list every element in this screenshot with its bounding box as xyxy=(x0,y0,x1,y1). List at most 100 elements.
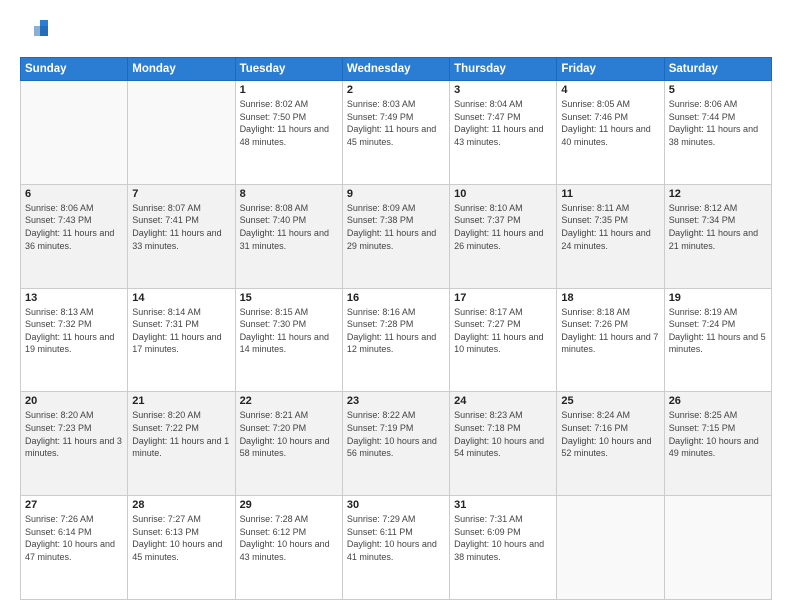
day-number: 21 xyxy=(132,395,230,407)
calendar-cell: 3 Sunrise: 8:04 AM Sunset: 7:47 PM Daylig… xyxy=(450,81,557,185)
day-info: Sunrise: 7:29 AM Sunset: 6:11 PM Dayligh… xyxy=(347,513,445,563)
calendar-cell: 22 Sunrise: 8:21 AM Sunset: 7:20 PM Dayli… xyxy=(235,392,342,496)
calendar-cell: 2 Sunrise: 8:03 AM Sunset: 7:49 PM Daylig… xyxy=(342,81,449,185)
day-info: Sunrise: 7:28 AM Sunset: 6:12 PM Dayligh… xyxy=(240,513,338,563)
day-info: Sunrise: 8:09 AM Sunset: 7:38 PM Dayligh… xyxy=(347,202,445,252)
day-number: 30 xyxy=(347,499,445,511)
day-info: Sunrise: 8:22 AM Sunset: 7:19 PM Dayligh… xyxy=(347,409,445,459)
day-info: Sunrise: 8:07 AM Sunset: 7:41 PM Dayligh… xyxy=(132,202,230,252)
day-number: 13 xyxy=(25,292,123,304)
day-info: Sunrise: 8:08 AM Sunset: 7:40 PM Dayligh… xyxy=(240,202,338,252)
calendar-cell: 25 Sunrise: 8:24 AM Sunset: 7:16 PM Dayli… xyxy=(557,392,664,496)
calendar-cell: 5 Sunrise: 8:06 AM Sunset: 7:44 PM Daylig… xyxy=(664,81,771,185)
day-number: 24 xyxy=(454,395,552,407)
calendar-cell: 7 Sunrise: 8:07 AM Sunset: 7:41 PM Daylig… xyxy=(128,184,235,288)
calendar-cell: 31 Sunrise: 7:31 AM Sunset: 6:09 PM Dayli… xyxy=(450,496,557,600)
page: SundayMondayTuesdayWednesdayThursdayFrid… xyxy=(0,0,792,612)
day-info: Sunrise: 8:10 AM Sunset: 7:37 PM Dayligh… xyxy=(454,202,552,252)
calendar-cell: 17Sunrise: 8:17 AM Sunset: 7:27 PM Dayli… xyxy=(450,288,557,392)
day-info: Sunrise: 8:11 AM Sunset: 7:35 PM Dayligh… xyxy=(561,202,659,252)
logo-icon xyxy=(20,16,48,44)
day-info: Sunrise: 8:21 AM Sunset: 7:20 PM Dayligh… xyxy=(240,409,338,459)
day-info: Sunrise: 8:23 AM Sunset: 7:18 PM Dayligh… xyxy=(454,409,552,459)
calendar-cell: 8Sunrise: 8:08 AM Sunset: 7:40 PM Daylig… xyxy=(235,184,342,288)
day-info: Sunrise: 8:18 AM Sunset: 7:26 PM Dayligh… xyxy=(561,306,659,356)
calendar-cell: 11 Sunrise: 8:11 AM Sunset: 7:35 PM Dayli… xyxy=(557,184,664,288)
calendar-table: SundayMondayTuesdayWednesdayThursdayFrid… xyxy=(20,57,772,600)
day-header-saturday: Saturday xyxy=(664,58,771,81)
day-number: 29 xyxy=(240,499,338,511)
day-number: 6 xyxy=(25,188,123,200)
day-info: Sunrise: 7:26 AM Sunset: 6:14 PM Dayligh… xyxy=(25,513,123,563)
day-number: 22 xyxy=(240,395,338,407)
day-info: Sunrise: 8:12 AM Sunset: 7:34 PM Dayligh… xyxy=(669,202,767,252)
day-info: Sunrise: 8:13 AM Sunset: 7:32 PM Dayligh… xyxy=(25,306,123,356)
day-info: Sunrise: 8:16 AM Sunset: 7:28 PM Dayligh… xyxy=(347,306,445,356)
calendar-cell: 16 Sunrise: 8:16 AM Sunset: 7:28 PM Dayli… xyxy=(342,288,449,392)
day-number: 15 xyxy=(240,292,338,304)
calendar-cell: 30 Sunrise: 7:29 AM Sunset: 6:11 PM Dayli… xyxy=(342,496,449,600)
day-number: 26 xyxy=(669,395,767,407)
day-info: Sunrise: 8:05 AM Sunset: 7:46 PM Dayligh… xyxy=(561,98,659,148)
day-header-tuesday: Tuesday xyxy=(235,58,342,81)
day-number: 27 xyxy=(25,499,123,511)
day-number: 11 xyxy=(561,188,659,200)
day-number: 28 xyxy=(132,499,230,511)
calendar-cell: 18Sunrise: 8:18 AM Sunset: 7:26 PM Dayli… xyxy=(557,288,664,392)
day-info: Sunrise: 7:31 AM Sunset: 6:09 PM Dayligh… xyxy=(454,513,552,563)
calendar-cell: 15 Sunrise: 8:15 AM Sunset: 7:30 PM Dayli… xyxy=(235,288,342,392)
day-number: 9 xyxy=(347,188,445,200)
day-number: 14 xyxy=(132,292,230,304)
day-header-monday: Monday xyxy=(128,58,235,81)
day-number: 7 xyxy=(132,188,230,200)
calendar-cell: 19 Sunrise: 8:19 AM Sunset: 7:24 PM Dayli… xyxy=(664,288,771,392)
calendar-week-row: 13 Sunrise: 8:13 AM Sunset: 7:32 PM Dayli… xyxy=(21,288,772,392)
day-number: 19 xyxy=(669,292,767,304)
day-info: Sunrise: 8:15 AM Sunset: 7:30 PM Dayligh… xyxy=(240,306,338,356)
day-info: Sunrise: 8:17 AM Sunset: 7:27 PM Dayligh… xyxy=(454,306,552,356)
day-info: Sunrise: 8:24 AM Sunset: 7:16 PM Dayligh… xyxy=(561,409,659,459)
day-header-friday: Friday xyxy=(557,58,664,81)
day-number: 10 xyxy=(454,188,552,200)
calendar-cell: 10 Sunrise: 8:10 AM Sunset: 7:37 PM Dayli… xyxy=(450,184,557,288)
calendar-cell xyxy=(557,496,664,600)
day-number: 12 xyxy=(669,188,767,200)
day-info: Sunrise: 8:19 AM Sunset: 7:24 PM Dayligh… xyxy=(669,306,767,356)
calendar-cell: 29 Sunrise: 7:28 AM Sunset: 6:12 PM Dayli… xyxy=(235,496,342,600)
day-number: 4 xyxy=(561,84,659,96)
calendar-cell: 9 Sunrise: 8:09 AM Sunset: 7:38 PM Daylig… xyxy=(342,184,449,288)
day-info: Sunrise: 8:06 AM Sunset: 7:44 PM Dayligh… xyxy=(669,98,767,148)
header xyxy=(20,16,772,49)
day-info: Sunrise: 8:20 AM Sunset: 7:23 PM Dayligh… xyxy=(25,409,123,459)
calendar-cell: 12 Sunrise: 8:12 AM Sunset: 7:34 PM Dayli… xyxy=(664,184,771,288)
day-info: Sunrise: 8:04 AM Sunset: 7:47 PM Dayligh… xyxy=(454,98,552,148)
day-number: 25 xyxy=(561,395,659,407)
day-info: Sunrise: 8:02 AM Sunset: 7:50 PM Dayligh… xyxy=(240,98,338,148)
calendar-cell: 20Sunrise: 8:20 AM Sunset: 7:23 PM Dayli… xyxy=(21,392,128,496)
calendar-cell: 28Sunrise: 7:27 AM Sunset: 6:13 PM Dayli… xyxy=(128,496,235,600)
calendar-cell: 26 Sunrise: 8:25 AM Sunset: 7:15 PM Dayli… xyxy=(664,392,771,496)
calendar-cell: 27 Sunrise: 7:26 AM Sunset: 6:14 PM Dayli… xyxy=(21,496,128,600)
day-info: Sunrise: 8:03 AM Sunset: 7:49 PM Dayligh… xyxy=(347,98,445,148)
calendar-cell: 23Sunrise: 8:22 AM Sunset: 7:19 PM Dayli… xyxy=(342,392,449,496)
calendar-week-row: 27 Sunrise: 7:26 AM Sunset: 6:14 PM Dayli… xyxy=(21,496,772,600)
calendar-cell: 1 Sunrise: 8:02 AM Sunset: 7:50 PM Daylig… xyxy=(235,81,342,185)
calendar-cell xyxy=(664,496,771,600)
day-number: 3 xyxy=(454,84,552,96)
calendar-week-row: 6Sunrise: 8:06 AM Sunset: 7:43 PM Daylig… xyxy=(21,184,772,288)
calendar-cell: 6Sunrise: 8:06 AM Sunset: 7:43 PM Daylig… xyxy=(21,184,128,288)
calendar-cell xyxy=(21,81,128,185)
day-header-thursday: Thursday xyxy=(450,58,557,81)
day-number: 16 xyxy=(347,292,445,304)
day-number: 1 xyxy=(240,84,338,96)
calendar-week-row: 20Sunrise: 8:20 AM Sunset: 7:23 PM Dayli… xyxy=(21,392,772,496)
calendar-cell: 21 Sunrise: 8:20 AM Sunset: 7:22 PM Dayli… xyxy=(128,392,235,496)
day-number: 2 xyxy=(347,84,445,96)
day-number: 31 xyxy=(454,499,552,511)
day-info: Sunrise: 8:14 AM Sunset: 7:31 PM Dayligh… xyxy=(132,306,230,356)
day-info: Sunrise: 8:25 AM Sunset: 7:15 PM Dayligh… xyxy=(669,409,767,459)
day-header-wednesday: Wednesday xyxy=(342,58,449,81)
day-number: 5 xyxy=(669,84,767,96)
day-info: Sunrise: 8:20 AM Sunset: 7:22 PM Dayligh… xyxy=(132,409,230,459)
calendar-week-row: 1 Sunrise: 8:02 AM Sunset: 7:50 PM Daylig… xyxy=(21,81,772,185)
